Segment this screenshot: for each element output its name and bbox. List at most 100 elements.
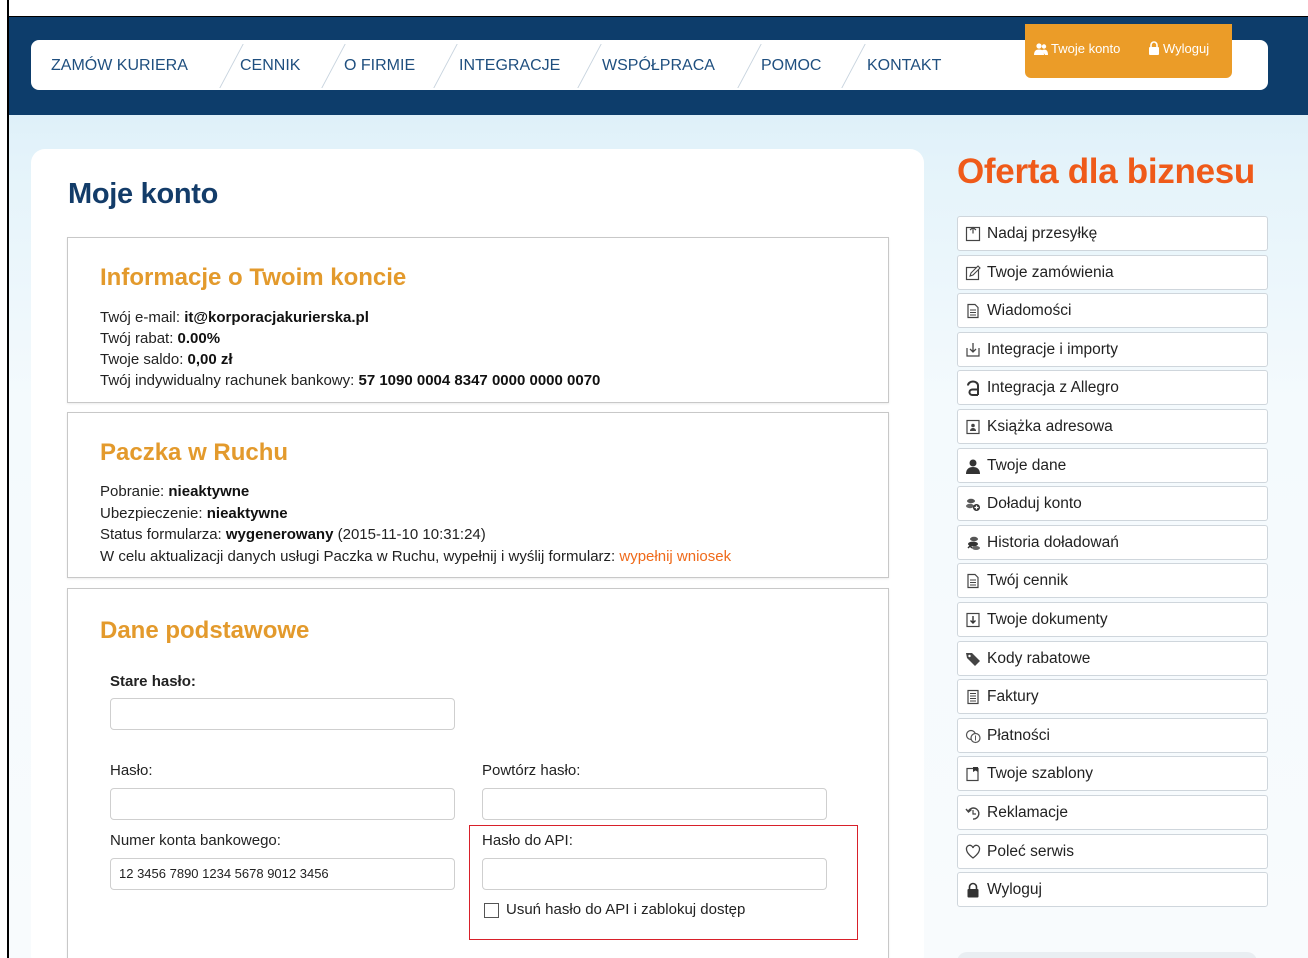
sidebar-item-label: Historia doładowań — [987, 533, 1119, 551]
account-box: Twoje konto Wyloguj — [1025, 24, 1232, 78]
user-icon — [966, 459, 980, 474]
discount-value: 0.00% — [177, 330, 221, 347]
sidebar-item-twoje-dokumenty[interactable]: Twoje dokumenty — [957, 601, 1268, 637]
nav-separator — [433, 44, 458, 88]
coins-add-icon — [966, 498, 980, 512]
sidebar-item-ksiazka-adresowa[interactable]: Książka adresowa — [957, 408, 1268, 444]
insurance-label: Ubezpieczenie: — [100, 505, 207, 522]
logout-label: Wyloguj — [1163, 41, 1210, 56]
nav-item-o-firmie[interactable]: O FIRMIE — [344, 40, 415, 90]
sidebar-item-platnosci[interactable]: Płatności — [957, 717, 1268, 753]
page-viewport: ZAMÓW KURIERA CENNIK O FIRMIE INTEGRACJE… — [9, 0, 1308, 958]
account-info-box: Informacje o Twoim koncie Twój e-mail: i… — [67, 237, 889, 403]
nav-item-wspolpraca[interactable]: WSPÓŁPRACA — [602, 40, 715, 90]
tag-icon — [966, 652, 980, 666]
sidebar-item-label: Twoje zamówienia — [987, 263, 1114, 281]
sidebar-item-label: Wyloguj — [987, 881, 1042, 899]
users-icon — [1034, 43, 1048, 55]
old-password-label: Stare hasło: — [110, 673, 196, 690]
sidebar-item-faktury[interactable]: Faktury — [957, 679, 1268, 715]
insurance-row: Ubezpieczenie: nieaktywne — [100, 505, 288, 522]
window-top-border — [9, 16, 1308, 17]
balance-value: 0,00 zł — [187, 351, 233, 368]
api-password-input[interactable] — [482, 858, 827, 890]
pobranie-value: nieaktywne — [168, 483, 250, 500]
insurance-value: nieaktywne — [206, 505, 288, 522]
sidebar-item-label: Poleć serwis — [987, 842, 1074, 860]
sidebar-item-wyloguj[interactable]: Wyloguj — [957, 872, 1268, 908]
sidebar-item-twoje-zamowienia[interactable]: Twoje zamówienia — [957, 254, 1268, 290]
coins-history-icon — [967, 536, 980, 550]
discount-row: Twój rabat: 0.00% — [100, 330, 220, 347]
account-link[interactable]: Twoje konto — [1034, 41, 1120, 56]
download-doc-icon — [966, 612, 980, 628]
account-info-title: Informacje o Twoim koncie — [100, 264, 407, 291]
sidebar-item-label: Wiadomości — [987, 302, 1072, 320]
sidebar-item-label: Twój cennik — [987, 572, 1068, 590]
basic-data-title: Dane podstawowe — [100, 617, 310, 644]
sidebar-item-kody-rabatowe[interactable]: Kody rabatowe — [957, 640, 1268, 676]
sidebar-item-twoje-dane[interactable]: Twoje dane — [957, 447, 1268, 483]
sidebar-item-integracja-z-allegro[interactable]: Integracja z Allegro — [957, 370, 1268, 406]
email-value: it@korporacjakurierska.pl — [184, 309, 369, 326]
bank-account-number-input[interactable]: 12 3456 7890 1234 5678 9012 3456 — [110, 858, 455, 890]
nav-item-integracje[interactable]: INTEGRACJE — [459, 40, 560, 90]
sidebar-item-wiadomosci[interactable]: Wiadomości — [957, 293, 1268, 329]
paczka-w-ruchu-box: Paczka w Ruchu Pobranie: nieaktywne Ubez… — [67, 412, 889, 578]
sidebar-next-block — [957, 952, 1257, 958]
nav-item-zamow-kuriera[interactable]: ZAMÓW KURIERA — [51, 40, 188, 90]
sidebar-item-historia-doladowan[interactable]: Historia doładowań — [957, 524, 1268, 560]
sidebar-item-polec-serwis[interactable]: Poleć serwis — [957, 833, 1268, 869]
bank-account-number-label: Numer konta bankowego: — [110, 832, 281, 849]
sidebar-item-nadaj-przesylke[interactable]: Nadaj przesyłkę — [957, 216, 1268, 251]
sidebar-item-doladuj-konto[interactable]: Doładuj konto — [957, 486, 1268, 522]
logout-link[interactable]: Wyloguj — [1148, 41, 1209, 56]
discount-label: Twój rabat: — [100, 330, 178, 347]
import-icon — [966, 342, 980, 357]
balance-label: Twoje saldo: — [100, 351, 188, 368]
old-password-input[interactable] — [110, 698, 455, 730]
repeat-password-label: Powtórz hasło: — [482, 762, 581, 779]
repeat-password-input[interactable] — [482, 788, 827, 820]
status-date: (2015-11-10 10:31:24) — [333, 526, 486, 543]
edit-icon — [965, 264, 981, 280]
remove-api-password-label[interactable]: Usuń hasło do API i zablokuj dostęp — [506, 901, 745, 918]
sidebar-item-reklamacje[interactable]: Reklamacje — [957, 794, 1268, 830]
sidebar-item-label: Płatności — [987, 726, 1050, 744]
nav-item-cennik[interactable]: CENNIK — [240, 40, 300, 90]
sidebar-item-label: Reklamacje — [987, 803, 1068, 821]
status-label: Status formularza: — [100, 526, 226, 543]
sidebar-item-twoje-szablony[interactable]: Twoje szablony — [957, 756, 1268, 792]
sidebar-item-label: Twoje szablony — [987, 765, 1093, 783]
password-label: Hasło: — [110, 762, 153, 779]
heart-icon — [965, 844, 981, 859]
remove-api-password-checkbox[interactable] — [484, 903, 499, 918]
fill-application-link[interactable]: wypełnij wniosek — [619, 548, 731, 565]
sidebar-item-twoj-cennik[interactable]: Twój cennik — [957, 563, 1268, 599]
window-left-border — [0, 0, 9, 958]
nav-item-kontakt[interactable]: KONTAKT — [867, 40, 941, 90]
update-text: W celu aktualizacji danych usługi Paczka… — [100, 548, 620, 565]
email-row: Twój e-mail: it@korporacjakurierska.pl — [100, 309, 369, 326]
undo-icon — [965, 807, 980, 820]
api-password-label: Hasło do API: — [482, 832, 573, 849]
nav-separator — [577, 44, 602, 88]
sidebar-menu: Nadaj przesyłkę Twoje zamówienia Wiadomo… — [957, 216, 1268, 911]
invoice-icon — [967, 690, 979, 705]
window-top-margin — [0, 0, 1308, 16]
sidebar-item-label: Twoje dokumenty — [987, 610, 1108, 628]
form-status-row: Status formularza: wygenerowany (2015-11… — [100, 526, 486, 543]
document-icon — [967, 574, 979, 589]
email-label: Twój e-mail: — [100, 309, 185, 326]
balance-row: Twoje saldo: 0,00 zł — [100, 351, 233, 368]
sidebar-item-label: Kody rabatowe — [987, 649, 1091, 667]
sidebar-item-label: Nadaj przesyłkę — [987, 225, 1098, 242]
nav-separator — [321, 44, 346, 88]
allegro-icon — [967, 380, 979, 397]
nav-item-pomoc[interactable]: POMOC — [761, 40, 821, 90]
payment-icon — [965, 729, 981, 743]
ruch-title: Paczka w Ruchu — [100, 439, 289, 466]
password-input[interactable] — [110, 788, 455, 820]
sidebar-item-label: Faktury — [987, 688, 1039, 706]
sidebar-item-integracje-i-importy[interactable]: Integracje i importy — [957, 331, 1268, 367]
